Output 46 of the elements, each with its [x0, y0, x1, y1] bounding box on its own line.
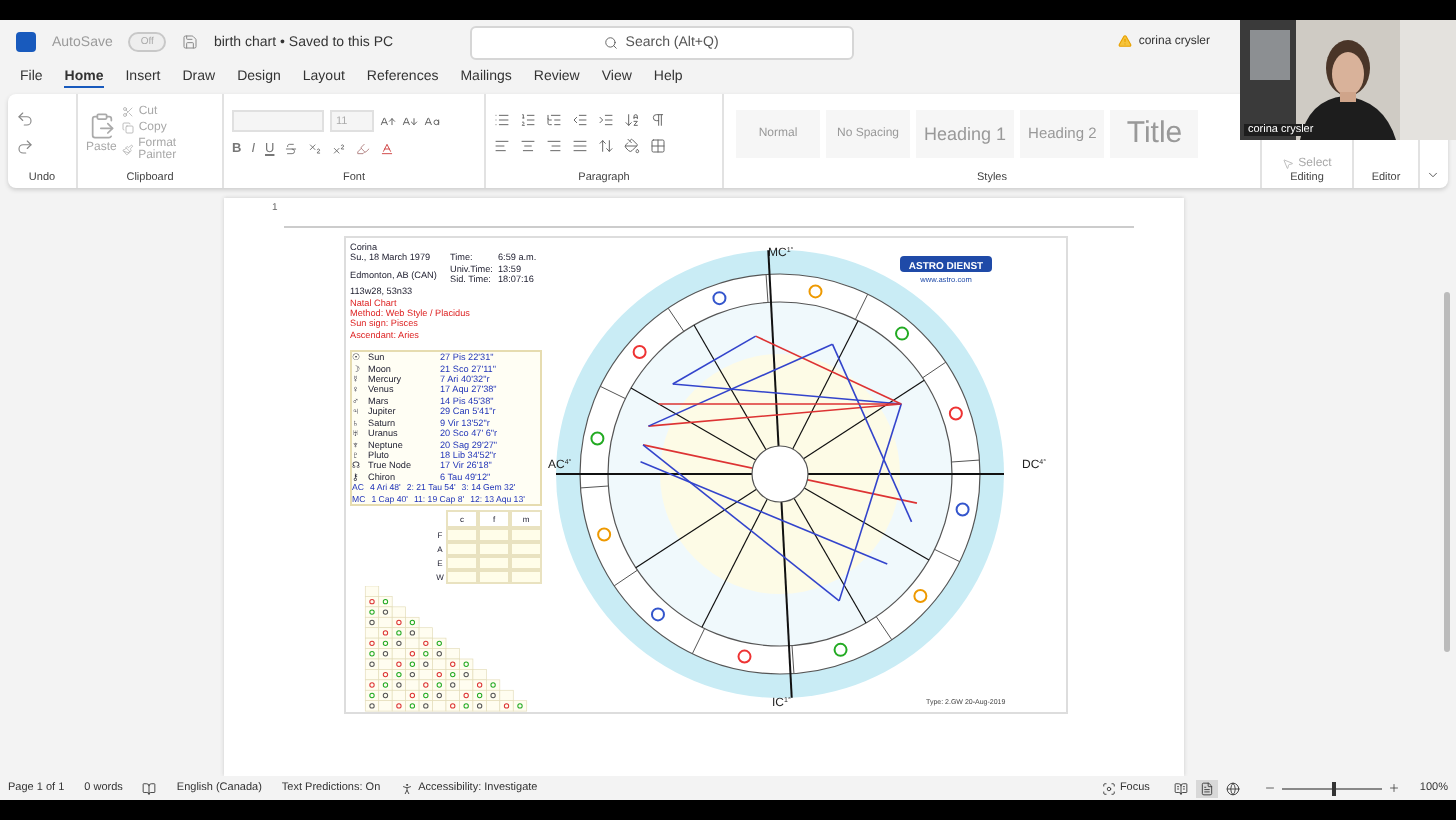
numbering-icon[interactable] — [520, 112, 536, 128]
zoom-out-icon[interactable] — [1263, 782, 1276, 794]
paste-icon[interactable] — [87, 112, 116, 140]
sort-icon[interactable] — [624, 112, 640, 128]
multilevel-list-icon[interactable] — [546, 112, 562, 128]
view-button[interactable] — [1169, 779, 1192, 797]
zoom-thumb[interactable] — [1331, 781, 1336, 795]
subscript-icon[interactable] — [308, 142, 323, 156]
highlighter-icon[interactable] — [356, 142, 371, 156]
style-tile[interactable]: Heading 1 — [916, 109, 1015, 157]
justify-icon[interactable] — [572, 138, 588, 154]
warning-icon — [1118, 34, 1133, 49]
bullets-icon[interactable] — [494, 112, 510, 128]
accessibility-icon — [400, 781, 415, 795]
superscript-icon[interactable] — [332, 142, 347, 156]
undo-icon[interactable] — [16, 110, 34, 128]
font-name-field[interactable] — [232, 110, 324, 132]
line-spacing-icon[interactable] — [598, 138, 614, 154]
increase-indent-icon[interactable] — [598, 112, 614, 128]
borders-icon[interactable] — [650, 138, 666, 154]
scissors-icon — [122, 105, 135, 117]
change-case-icon[interactable] — [424, 113, 440, 129]
view-button[interactable] — [1221, 779, 1244, 797]
strikethrough-icon[interactable] — [284, 142, 299, 156]
focus-icon — [1101, 781, 1116, 795]
copy-icon — [122, 121, 135, 133]
shrink-font-icon[interactable] — [402, 113, 418, 129]
pilcrow-icon[interactable] — [650, 112, 666, 128]
search-icon — [603, 35, 618, 49]
align-right-icon[interactable] — [546, 138, 562, 154]
zoom-in-icon[interactable] — [1387, 782, 1400, 794]
align-center-icon[interactable] — [520, 138, 536, 154]
align-left-icon[interactable] — [494, 138, 510, 154]
word-logo-icon — [16, 32, 36, 52]
shading-icon[interactable] — [624, 138, 640, 154]
font-color-icon[interactable] — [380, 142, 395, 156]
grow-font-icon[interactable] — [380, 113, 396, 129]
pointer-icon — [1282, 158, 1295, 170]
paintbrush-icon — [122, 143, 135, 155]
redo-icon[interactable] — [16, 138, 34, 156]
view-button[interactable] — [1195, 779, 1218, 797]
book-icon[interactable] — [142, 781, 157, 795]
style-tile[interactable]: Title — [1110, 109, 1199, 157]
scrollbar-thumb[interactable] — [1444, 292, 1450, 652]
save-icon[interactable] — [181, 34, 198, 50]
collapse-ribbon-icon[interactable] — [1426, 168, 1440, 182]
